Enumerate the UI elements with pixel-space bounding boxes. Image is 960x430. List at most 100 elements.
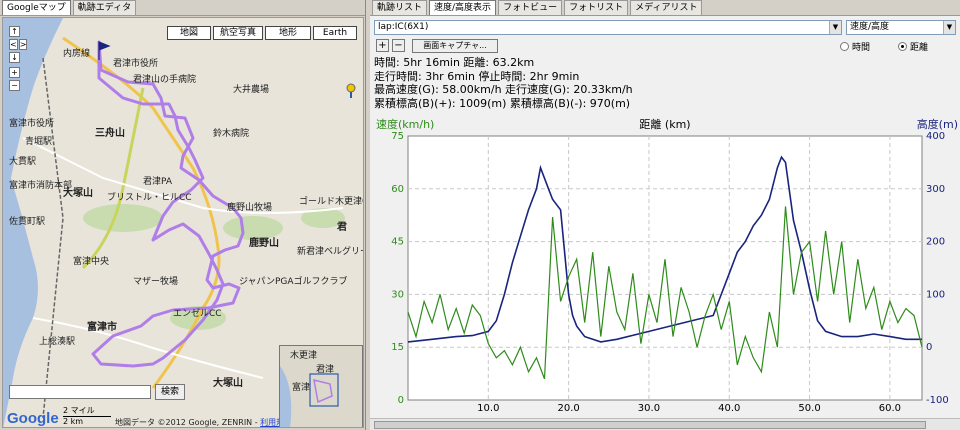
map-type-earth[interactable]: Earth <box>313 26 357 40</box>
scale-miles: 2 マイル <box>63 405 111 417</box>
map-label: 君 <box>337 222 347 233</box>
map-label: 鈴木病院 <box>213 129 250 139</box>
local-road <box>32 317 264 379</box>
pan-down-icon[interactable]: ↓ <box>9 52 20 63</box>
y-tick-label: 30 <box>391 289 404 300</box>
scrollbar-thumb[interactable] <box>374 421 926 429</box>
track-select-value: lap:IC(6X1) <box>378 22 429 32</box>
pan-right-icon[interactable]: > <box>18 39 28 50</box>
map-type-terrain[interactable]: 地形 <box>265 26 311 40</box>
railway-line <box>42 57 64 419</box>
track-select[interactable]: lap:IC(6X1) ▼ <box>374 20 842 35</box>
zoom-out-icon[interactable]: − <box>9 80 20 91</box>
map-type-map[interactable]: 地図 <box>167 26 211 40</box>
map-label: エンゼルCC <box>173 309 222 319</box>
map-label: 君津山の手病院 <box>133 75 197 85</box>
chevron-down-icon: ▼ <box>943 21 955 34</box>
inset-label: 君津 <box>316 365 335 375</box>
viewport-box[interactable] <box>309 373 339 407</box>
x-tick-label: 10.0 <box>477 403 499 414</box>
map-label: 鹿野山 <box>249 238 279 249</box>
x-tick-label: 50.0 <box>798 403 820 414</box>
y-tick-label: 75 <box>391 131 404 142</box>
y-tick-label: 0 <box>398 395 404 406</box>
x-tick-label: 40.0 <box>718 403 740 414</box>
stat-line: 時間: 5hr 16min 距離: 63.2km <box>374 56 535 69</box>
park-area <box>83 204 163 232</box>
map-label: 大塚山 <box>213 378 243 389</box>
tab-google-map[interactable]: Googleマップ <box>2 0 71 15</box>
x-tick-label: 60.0 <box>879 403 901 414</box>
map-label: 大貫駅 <box>9 157 37 167</box>
map-label: 内房線 <box>63 49 91 59</box>
map-label: 大井農場 <box>233 85 270 95</box>
map-label: ゴールド木更津CC <box>299 197 363 207</box>
x-tick-label: 20.0 <box>557 403 579 414</box>
map-label: 新君津ベルグリーンCC <box>297 247 363 257</box>
radio-distance-label: 距離 <box>910 43 929 53</box>
tab-photo-view[interactable]: フォトビュー <box>498 0 563 15</box>
google-logo: Google <box>7 410 59 427</box>
expressway-road <box>81 87 145 270</box>
zoom-in-button[interactable]: + <box>376 39 389 52</box>
map-label: 君津市役所 <box>113 59 159 69</box>
map-label: ジャパンPGAゴルフクラブ <box>239 277 348 287</box>
copyright-text: 地図データ ©2012 Google, ZENRIN <box>115 418 253 427</box>
y2-axis-label: 高度(m) <box>917 117 958 131</box>
radio-distance[interactable]: 距離 <box>898 40 928 53</box>
tab-speed-altitude[interactable]: 速度/高度表示 <box>429 0 497 15</box>
track-stats: 時間: 5hr 16min 距離: 63.2km 走行時間: 3hr 6min … <box>374 56 633 110</box>
map-search-input[interactable] <box>9 385 151 399</box>
screen-capture-button[interactable]: 画面キャプチャ... <box>412 39 498 53</box>
map-label: 君津PA <box>143 177 173 187</box>
radio-icon <box>840 42 849 51</box>
right-tabbar: 軌跡リスト 速度/高度表示 フォトビュー フォトリスト メディアリスト <box>370 0 960 16</box>
y-tick-label: 15 <box>391 342 404 353</box>
y2-tick-label: 100 <box>926 289 945 300</box>
inset-label: 富津 <box>292 383 311 393</box>
pan-up-icon[interactable]: ↑ <box>9 26 20 37</box>
tab-track-list[interactable]: 軌跡リスト <box>372 0 428 15</box>
map-label: 富津市消防本部 <box>9 181 73 191</box>
radio-time-label: 時間 <box>852 43 871 53</box>
horizontal-scrollbar[interactable] <box>370 418 960 430</box>
tab-track-editor[interactable]: 軌跡エディタ <box>72 0 137 15</box>
x-axis-label: 距離 (km) <box>639 117 690 131</box>
left-tabbar: Googleマップ 軌跡エディタ <box>0 0 365 16</box>
map-label: 上総湊駅 <box>39 337 76 347</box>
map-scale: 2 マイル 2 km <box>63 405 111 426</box>
speed-altitude-chart[interactable]: 0 15 30 45 60 75 -100 0 100 200 300 400 10.0 20.0 30.0… <box>370 114 960 414</box>
y2-tick-label: 0 <box>926 342 932 353</box>
tab-photo-list[interactable]: フォトリスト <box>564 0 629 15</box>
y2-tick-label: 300 <box>926 184 945 195</box>
map-label: 富津中央 <box>73 257 110 267</box>
track-route <box>313 378 333 404</box>
radio-time[interactable]: 時間 <box>840 40 870 53</box>
map-search-button[interactable]: 検索 <box>155 384 185 400</box>
graph-type-select[interactable]: 速度/高度 ▼ <box>846 20 956 35</box>
y2-tick-label: -100 <box>926 395 949 406</box>
map-type-satellite[interactable]: 航空写真 <box>213 26 263 40</box>
overview-map[interactable]: 木更津 君津 富津 <box>279 345 363 427</box>
stat-line: 累積標高(B)(+): 1009(m) 累積標高(B)(-): 970(m) <box>374 96 631 110</box>
map-label: ブリストル・ヒルCC <box>107 193 192 203</box>
pan-zoom-control: ↑ < > ↓ + − <box>9 26 28 93</box>
google-map[interactable]: ↑ < > ↓ + − 地図 航空写真 地形 Earth 君津市役所 君津山の手… <box>2 17 364 428</box>
sea-area <box>280 366 292 427</box>
zoom-in-icon[interactable]: + <box>9 67 20 78</box>
pegman-icon[interactable] <box>346 83 356 93</box>
tab-media-list[interactable]: メディアリスト <box>630 0 703 15</box>
x-tick-label: 30.0 <box>638 403 660 414</box>
chevron-down-icon: ▼ <box>829 21 841 34</box>
map-pane: Googleマップ 軌跡エディタ ↑ < > ↓ + − 地図 航空写真 地形 … <box>0 0 366 430</box>
selector-row: lap:IC(6X1) ▼ 速度/高度 ▼ <box>374 20 956 36</box>
map-label: 鹿野山牧場 <box>227 203 273 213</box>
y-tick-label: 45 <box>391 237 404 248</box>
graph-type-value: 速度/高度 <box>850 22 890 32</box>
zoom-out-button[interactable]: − <box>392 39 405 52</box>
map-label: 富津市 <box>87 322 117 333</box>
pan-left-icon[interactable]: < <box>9 39 18 50</box>
y2-tick-label: 200 <box>926 237 945 248</box>
chart-pane: 軌跡リスト 速度/高度表示 フォトビュー フォトリスト メディアリスト lap:… <box>370 0 960 430</box>
map-label: マザー牧場 <box>133 277 179 287</box>
